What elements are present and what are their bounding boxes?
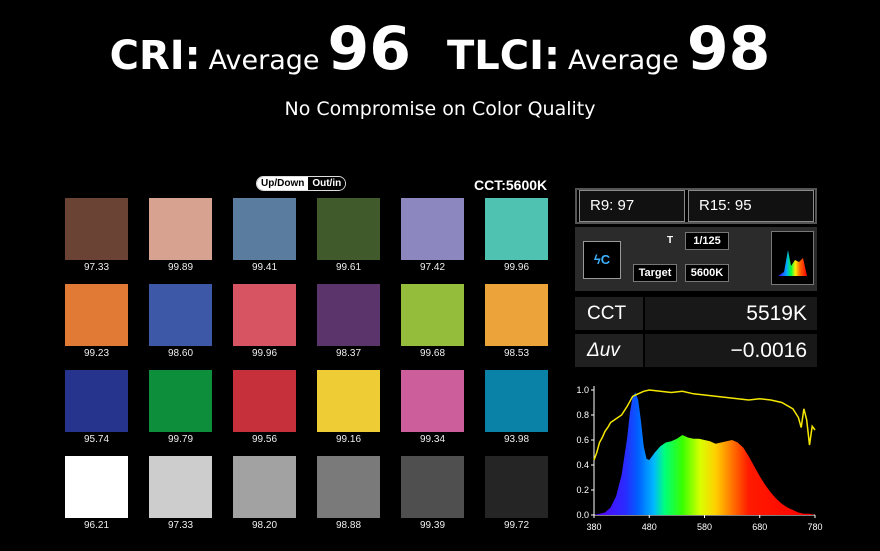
swatch-value: 99.89 xyxy=(167,262,194,273)
tlci-label: TLCI: xyxy=(447,33,561,79)
view-toggle[interactable]: Up/Down Out/in xyxy=(256,176,347,191)
color-swatch xyxy=(401,370,464,432)
color-swatch xyxy=(233,284,296,346)
x-tick-label: 680 xyxy=(752,522,767,532)
spectrum-thumbnail xyxy=(771,231,814,285)
color-swatch xyxy=(233,370,296,432)
color-swatch xyxy=(233,198,296,260)
swatch-value: 97.42 xyxy=(419,262,446,273)
color-swatch xyxy=(401,198,464,260)
target-value: 5600K xyxy=(685,264,729,282)
toggle-up-down[interactable]: Up/Down xyxy=(257,177,309,190)
headline: CRI: Average 96 TLCI: Average 98 xyxy=(0,14,880,84)
color-swatch xyxy=(149,198,212,260)
swatch-value: 97.33 xyxy=(83,262,110,273)
swatch-value: 99.41 xyxy=(251,262,278,273)
color-swatch xyxy=(317,198,380,260)
swatch-value: 99.79 xyxy=(167,434,194,445)
swatch-value: 97.33 xyxy=(167,520,194,531)
swatch-value: 99.34 xyxy=(419,434,446,445)
shutter-value: 1/125 xyxy=(685,232,729,250)
y-tick-label: 1.0 xyxy=(576,385,589,395)
swatch-value: 99.96 xyxy=(503,262,530,273)
cri-value: 96 xyxy=(327,14,412,84)
swatch-value: 99.56 xyxy=(251,434,278,445)
duv-value: −0.0016 xyxy=(645,334,817,367)
color-swatch xyxy=(233,456,296,518)
color-swatch xyxy=(317,284,380,346)
color-swatch xyxy=(149,456,212,518)
cct-label: CCT xyxy=(575,297,643,330)
y-tick-label: 0.8 xyxy=(576,410,589,420)
swatch-value: 96.21 xyxy=(83,520,110,531)
color-swatch xyxy=(485,370,548,432)
color-swatch xyxy=(317,456,380,518)
cri-label: CRI: xyxy=(109,33,201,79)
shutter-label: T xyxy=(667,235,674,246)
color-swatch xyxy=(485,284,548,346)
spectrum-area xyxy=(594,392,815,515)
flash-c-icon: ϟC xyxy=(583,241,621,279)
color-swatch xyxy=(65,456,128,518)
swatch-value: 99.61 xyxy=(335,262,362,273)
swatch-value: 99.96 xyxy=(251,348,278,359)
color-swatch xyxy=(401,456,464,518)
swatch-value: 98.37 xyxy=(335,348,362,359)
color-swatch xyxy=(149,370,212,432)
y-tick-label: 0.0 xyxy=(576,510,589,520)
toggle-out-in[interactable]: Out/in xyxy=(308,177,346,190)
meter-panel: ϟC T 1/125 Target 5600K xyxy=(575,227,817,291)
target-label: Target xyxy=(633,264,677,282)
swatch-value: 99.39 xyxy=(419,520,446,531)
color-swatch xyxy=(485,456,548,518)
x-tick-label: 380 xyxy=(586,522,601,532)
swatch-value: 98.53 xyxy=(503,348,530,359)
r9-value: R9: 97 xyxy=(579,190,685,222)
y-tick-label: 0.2 xyxy=(576,485,589,495)
y-tick-label: 0.4 xyxy=(576,460,589,470)
x-tick-label: 580 xyxy=(697,522,712,532)
swatch-value: 99.23 xyxy=(83,348,110,359)
swatch-value: 99.68 xyxy=(419,348,446,359)
swatch-value: 99.16 xyxy=(335,434,362,445)
swatch-value: 98.60 xyxy=(167,348,194,359)
spectrum-chart: 0.0 0.2 0.4 0.6 0.8 1.0 380 480 580 680 780 xyxy=(576,385,822,532)
swatch-value: 95.74 xyxy=(83,434,110,445)
swatch-value: 98.20 xyxy=(251,520,278,531)
cct-title: CCT:5600K xyxy=(474,177,548,193)
subtitle: No Compromise on Color Quality xyxy=(284,98,596,120)
duv-readout: Δuv −0.0016 xyxy=(575,334,817,367)
color-swatch xyxy=(401,284,464,346)
cct-readout: CCT 5519K xyxy=(575,297,817,330)
r15-value: R15: 95 xyxy=(688,190,814,222)
y-tick-label: 0.6 xyxy=(576,435,589,445)
x-tick-label: 480 xyxy=(642,522,657,532)
color-swatch xyxy=(65,198,128,260)
color-swatch xyxy=(65,370,128,432)
color-swatch xyxy=(149,284,212,346)
tlci-value: 98 xyxy=(686,14,771,84)
cri-average-label: Average xyxy=(208,45,320,76)
color-swatch xyxy=(65,284,128,346)
color-swatch xyxy=(317,370,380,432)
duv-label: Δuv xyxy=(575,334,643,367)
cct-value: 5519K xyxy=(645,297,817,330)
x-tick-label: 780 xyxy=(807,522,822,532)
color-swatch xyxy=(485,198,548,260)
tlci-average-label: Average xyxy=(568,45,679,76)
swatch-value: 99.72 xyxy=(503,520,530,531)
swatch-value: 93.98 xyxy=(503,434,530,445)
swatch-value: 98.88 xyxy=(335,520,362,531)
